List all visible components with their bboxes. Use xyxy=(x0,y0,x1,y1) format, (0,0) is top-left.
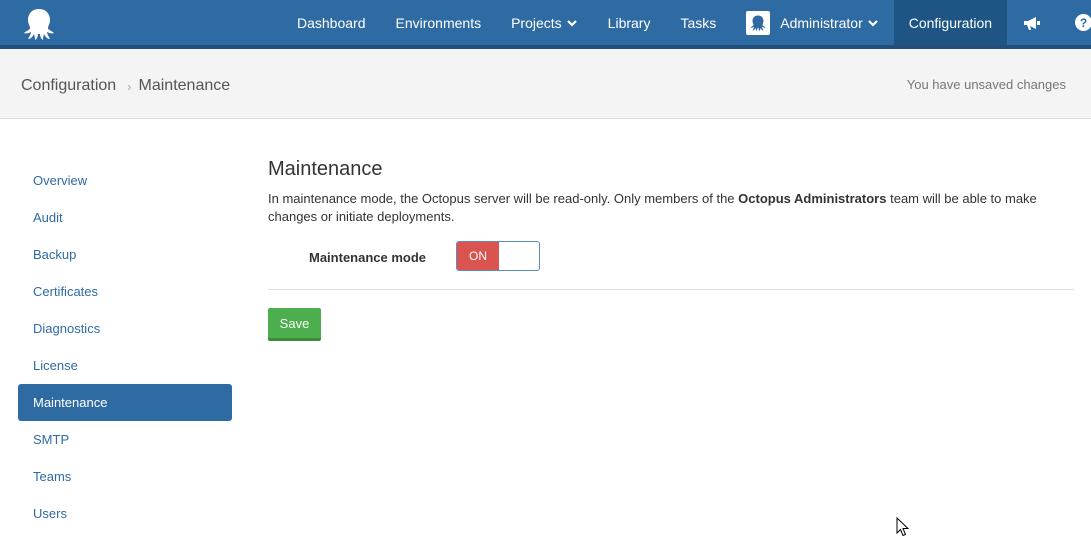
config-sidebar: Overview Audit Backup Certificates Diagn… xyxy=(18,162,232,532)
nav-projects[interactable]: Projects xyxy=(496,0,593,45)
toggle-state-on: ON xyxy=(457,242,499,270)
sidebar-item-audit[interactable]: Audit xyxy=(18,199,232,236)
mouse-cursor-icon xyxy=(896,517,910,537)
octopus-logo-icon[interactable] xyxy=(21,6,57,42)
sidebar-item-backup[interactable]: Backup xyxy=(18,236,232,273)
sidebar-item-overview[interactable]: Overview xyxy=(18,162,232,199)
nav-projects-label: Projects xyxy=(511,14,562,31)
page-title: Maintenance xyxy=(268,158,383,180)
nav-dashboard[interactable]: Dashboard xyxy=(282,0,381,45)
breadcrumb: Configuration › Maintenance xyxy=(21,77,230,95)
page-header: Configuration › Maintenance You have uns… xyxy=(0,49,1091,119)
chevron-down-icon xyxy=(566,19,577,27)
megaphone-icon xyxy=(1024,16,1041,30)
nav-user-menu[interactable]: Administrator xyxy=(731,0,893,45)
nav-library[interactable]: Library xyxy=(593,0,666,45)
user-avatar-icon xyxy=(750,15,766,31)
maintenance-description: In maintenance mode, the Octopus server … xyxy=(268,190,1074,226)
top-navbar: Dashboard Environments Projects Library … xyxy=(0,0,1091,45)
desc-team-name: Octopus Administrators xyxy=(738,191,887,206)
sidebar-item-certificates[interactable]: Certificates xyxy=(18,273,232,310)
nav-help[interactable]: ? xyxy=(1057,0,1091,45)
sidebar-item-license[interactable]: License xyxy=(18,347,232,384)
help-icon: ? xyxy=(1075,14,1091,31)
sidebar-item-maintenance[interactable]: Maintenance xyxy=(18,384,232,421)
sidebar-item-smtp[interactable]: SMTP xyxy=(18,421,232,458)
nav-tasks[interactable]: Tasks xyxy=(665,0,731,45)
nav-environments[interactable]: Environments xyxy=(381,0,497,45)
unsaved-changes-status: You have unsaved changes xyxy=(906,77,1066,92)
nav-configuration-label: Configuration xyxy=(908,14,993,31)
nav-tasks-label: Tasks xyxy=(680,14,717,31)
sidebar-item-teams[interactable]: Teams xyxy=(18,458,232,495)
chevron-down-icon xyxy=(867,19,878,27)
form-divider xyxy=(268,289,1074,290)
sidebar-item-diagnostics[interactable]: Diagnostics xyxy=(18,310,232,347)
maintenance-mode-row: Maintenance mode ON xyxy=(268,241,1074,273)
svg-text:?: ? xyxy=(1080,16,1087,30)
avatar xyxy=(746,10,771,35)
breadcrumb-separator-icon: › xyxy=(127,78,132,94)
nav-configuration[interactable]: Configuration xyxy=(893,0,1008,45)
nav-environments-label: Environments xyxy=(395,14,482,31)
main-content: Maintenance In maintenance mode, the Oct… xyxy=(268,158,1074,341)
nav-library-label: Library xyxy=(607,14,651,31)
sidebar-item-users[interactable]: Users xyxy=(18,495,232,532)
maintenance-mode-label: Maintenance mode xyxy=(309,250,427,265)
nav-user-label: Administrator xyxy=(780,14,863,31)
breadcrumb-configuration[interactable]: Configuration xyxy=(21,77,116,95)
nav-announcements[interactable] xyxy=(1007,0,1057,45)
desc-prefix: In maintenance mode, the Octopus server … xyxy=(268,191,739,206)
save-button[interactable]: Save xyxy=(268,308,321,341)
maintenance-mode-toggle[interactable]: ON xyxy=(456,241,540,271)
breadcrumb-maintenance: Maintenance xyxy=(138,77,231,94)
nav-dashboard-label: Dashboard xyxy=(297,14,366,31)
main-nav: Dashboard Environments Projects Library … xyxy=(282,0,1091,45)
